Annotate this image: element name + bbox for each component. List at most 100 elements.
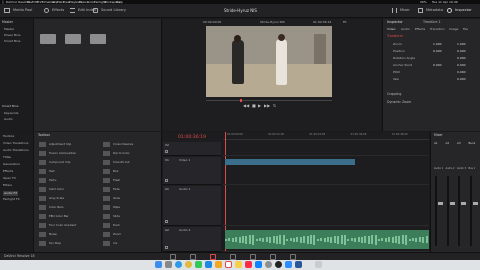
video-frame[interactable] — [206, 26, 332, 97]
metadata-button[interactable]: Metadata — [418, 6, 448, 16]
effect-item-left[interactable]: Adjustment Clip — [49, 143, 71, 146]
effect-item-right[interactable]: Wipe — [113, 206, 120, 209]
effects-category-item[interactable]: Toolbox — [3, 135, 14, 138]
effect-item-left[interactable]: Grey Scale — [49, 197, 64, 200]
effect-item-left[interactable]: Ten Step — [49, 242, 61, 245]
effect-item-left[interactable]: Solid Color — [49, 188, 64, 191]
tab-effects[interactable]: Effects — [415, 28, 425, 31]
effect-item-left[interactable]: Noise — [49, 233, 57, 236]
cropping-section-header[interactable]: Cropping — [387, 92, 401, 96]
track-lane[interactable] — [223, 227, 429, 252]
zoom-x-field[interactable]: 1.000 — [433, 43, 442, 46]
loop-icon[interactable]: ↻ — [273, 104, 276, 108]
viewer-scrubber[interactable] — [206, 99, 332, 102]
launchpad-icon[interactable] — [165, 261, 172, 268]
rewind-icon[interactable]: ◀◀ — [243, 104, 249, 108]
video-clip[interactable] — [225, 159, 355, 165]
effect-item-right[interactable]: Fade — [113, 188, 120, 191]
effects-category-item[interactable]: Titles — [3, 156, 11, 159]
viewer-zoom[interactable]: Fit — [343, 21, 347, 24]
effect-item-left[interactable]: Text+ — [49, 179, 57, 182]
effect-item-left[interactable]: Compound Clip — [49, 161, 70, 164]
transform-section-header[interactable]: Transform — [387, 34, 403, 38]
effect-item-right[interactable]: Glow — [113, 197, 120, 200]
photos-icon[interactable] — [215, 261, 222, 268]
bin-folder[interactable] — [40, 34, 56, 44]
effect-item-right[interactable]: Dip to Color — [113, 152, 130, 155]
bin-folder[interactable] — [90, 34, 106, 44]
tab-audio[interactable]: Audio — [401, 28, 410, 31]
effect-item-right[interactable]: Iris — [113, 242, 117, 245]
track-header[interactable]: A2 Audio 2 — [163, 227, 221, 252]
effects-category-item[interactable]: Filters — [3, 184, 12, 187]
track-header[interactable]: V2 — [163, 142, 221, 156]
pitch-field[interactable]: 0.000 — [457, 71, 466, 74]
mixer-fader[interactable] — [461, 202, 466, 205]
track-lane[interactable] — [223, 186, 429, 226]
effect-item-right[interactable]: Zoom — [113, 233, 121, 236]
tab-transition[interactable]: Transition — [430, 28, 445, 31]
effect-item-right[interactable]: Slide — [113, 215, 120, 218]
smart-bins-keywords[interactable]: Keywords — [4, 112, 18, 115]
word-icon[interactable] — [295, 261, 302, 268]
anchor-x-field[interactable]: 0.000 — [433, 64, 442, 67]
position-x-field[interactable]: 0.000 — [433, 50, 442, 53]
chrome-icon[interactable] — [185, 261, 192, 268]
sound-library-button[interactable]: Sound Library — [93, 6, 129, 16]
effect-item-right[interactable]: Blur — [113, 170, 119, 173]
zoom-app-icon[interactable] — [285, 261, 292, 268]
mixer-button[interactable]: Mixer — [392, 6, 418, 16]
tab-image[interactable]: Image — [449, 28, 458, 31]
safari-icon[interactable] — [175, 261, 182, 268]
track-lane[interactable] — [223, 142, 429, 156]
effect-item-right[interactable]: Cross Dissolve — [113, 143, 133, 146]
zoom-y-field[interactable]: 1.000 — [457, 43, 466, 46]
audio-clip[interactable] — [225, 230, 429, 249]
effects-category-item[interactable]: Effects — [3, 170, 13, 173]
effect-item-left[interactable]: Text — [49, 170, 55, 173]
effect-item-left[interactable]: Fusion Composition — [49, 152, 76, 155]
effect-item-right[interactable]: Push — [113, 224, 120, 227]
bin-item-master[interactable]: Master — [4, 28, 14, 31]
effects-category-item[interactable]: Audio FX — [3, 191, 19, 196]
app-store-icon[interactable] — [255, 261, 262, 268]
effects-category-item[interactable]: Fairlight FX — [3, 198, 20, 201]
play-icon[interactable]: ▶ — [258, 104, 261, 108]
bin-item-smart[interactable]: Smart Bins — [4, 40, 20, 43]
effects-category-item[interactable]: Video Transitions — [3, 142, 28, 145]
effect-item-left[interactable]: Color Bars — [49, 206, 63, 209]
dynamic-zoom-section-header[interactable]: Dynamic Zoom — [387, 100, 411, 104]
track-header[interactable]: A1 Audio 1 — [163, 186, 221, 226]
stop-icon[interactable]: ■ — [252, 104, 256, 108]
track-lock-icon[interactable] — [165, 179, 168, 182]
bin-item-power[interactable]: Power Bins — [4, 34, 20, 37]
finder-icon[interactable] — [155, 261, 162, 268]
smart-bins-audio[interactable]: Audio — [4, 118, 13, 121]
bin-folder[interactable] — [65, 34, 81, 44]
notes-icon[interactable] — [235, 261, 242, 268]
anchor-y-field[interactable]: 0.000 — [457, 64, 466, 67]
effect-item-right[interactable]: Smooth Cut — [113, 161, 130, 164]
timeline-ruler[interactable]: 01:00:00:00 01:00:12:00 01:00:24:00 01:00:3… — [223, 132, 429, 140]
tab-file[interactable]: File — [463, 28, 468, 31]
mail-icon[interactable] — [205, 261, 212, 268]
music-icon[interactable] — [245, 261, 252, 268]
track-lock-icon[interactable] — [165, 150, 168, 153]
effects-button[interactable]: Effects — [44, 6, 72, 16]
mixer-fader[interactable] — [449, 202, 455, 205]
tab-video[interactable]: Video — [387, 28, 395, 31]
messages-icon[interactable] — [195, 261, 202, 268]
mixer-fader[interactable] — [472, 202, 478, 205]
yaw-field[interactable]: 0.000 — [457, 78, 466, 81]
track-lane[interactable] — [223, 157, 429, 185]
mixer-fader[interactable] — [438, 202, 443, 205]
rotation-field[interactable]: 0.000 — [457, 57, 466, 60]
effects-category-item[interactable]: Generators — [3, 163, 20, 166]
effects-category-item[interactable]: Audio Transitions — [3, 149, 29, 152]
settings-icon[interactable] — [265, 261, 272, 268]
effect-item-right[interactable]: Flash — [113, 179, 120, 182]
track-lock-icon[interactable] — [165, 246, 168, 249]
effects-category-item[interactable]: Open FX — [3, 177, 16, 180]
position-y-field[interactable]: 0.000 — [457, 50, 466, 53]
media-pool-button[interactable]: Media Pool — [4, 6, 44, 16]
